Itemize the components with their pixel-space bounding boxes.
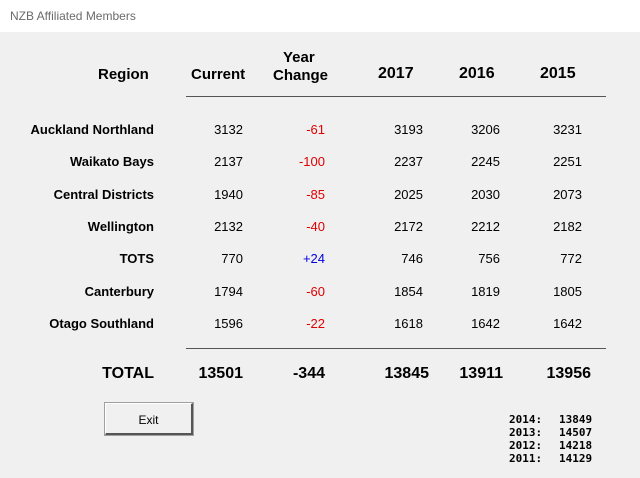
current-value: 2132 [214,219,243,234]
change-value: -100 [298,154,325,169]
header-year-change-line1: Year [283,49,315,66]
value-2017: 1854 [394,284,423,299]
change-value: -60 [306,284,325,299]
change-value: -22 [306,316,325,331]
region-label: TOTS [119,251,154,266]
region-label: Auckland Northland [30,122,154,137]
header-region: Region [98,66,149,83]
current-value: 3132 [214,122,243,137]
value-2017: 2237 [394,154,423,169]
change-value: -85 [306,187,325,202]
current-value: 770 [221,251,243,266]
value-2017: 2025 [394,187,423,202]
history-year: 2014: [509,413,543,426]
current-value: 1940 [214,187,243,202]
total-2015: 13956 [546,365,592,382]
value-2015: 2182 [553,219,582,234]
total-2017: 13845 [384,365,430,382]
value-2017: 746 [401,251,423,266]
header-current: Current [191,66,246,83]
value-2016: 2030 [471,187,500,202]
value-2016: 1819 [471,284,500,299]
history-year: 2012: [509,439,543,452]
value-2017: 1618 [394,316,423,331]
value-2015: 2073 [553,187,582,202]
value-2016: 3206 [471,122,500,137]
history-value: 13849 [559,413,593,426]
region-label: Canterbury [84,284,154,299]
total-2016: 13911 [459,365,503,382]
history-value: 14129 [559,452,593,465]
header-2015: 2015 [540,65,576,82]
header-2016: 2016 [459,65,495,82]
current-value: 1794 [214,284,243,299]
exit-button[interactable]: Exit [105,403,193,435]
history-value: 14507 [559,426,593,439]
value-2016: 1642 [471,316,500,331]
value-2015: 3231 [553,122,582,137]
change-value: -40 [306,219,325,234]
history-year: 2013: [509,426,543,439]
window-title: NZB Affiliated Members [10,9,136,23]
value-2015: 2251 [553,154,582,169]
total-label: TOTAL [102,365,154,382]
history-year: 2011: [509,452,543,465]
header-2017: 2017 [378,65,414,82]
value-2015: 772 [560,251,582,266]
value-2016: 756 [478,251,500,266]
total-current: 13501 [198,365,244,382]
value-2017: 2172 [394,219,423,234]
region-label: Central Districts [53,187,154,202]
change-value: +24 [302,251,325,266]
total-change: -344 [292,365,325,382]
value-2016: 2245 [471,154,500,169]
value-2017: 3193 [394,122,423,137]
value-2015: 1642 [553,316,582,331]
history-value: 14218 [559,439,593,452]
value-2015: 1805 [553,284,582,299]
total-divider [186,348,606,349]
region-label: Wellington [87,219,154,234]
current-value: 2137 [214,154,243,169]
change-value: -61 [306,122,325,137]
current-value: 1596 [214,316,243,331]
region-label: Waikato Bays [69,154,154,169]
header-divider [186,96,606,97]
region-label: Otago Southland [49,316,154,331]
value-2016: 2212 [471,219,500,234]
title-bar: NZB Affiliated Members [0,0,640,32]
header-year-change-line2: Change [273,67,329,84]
